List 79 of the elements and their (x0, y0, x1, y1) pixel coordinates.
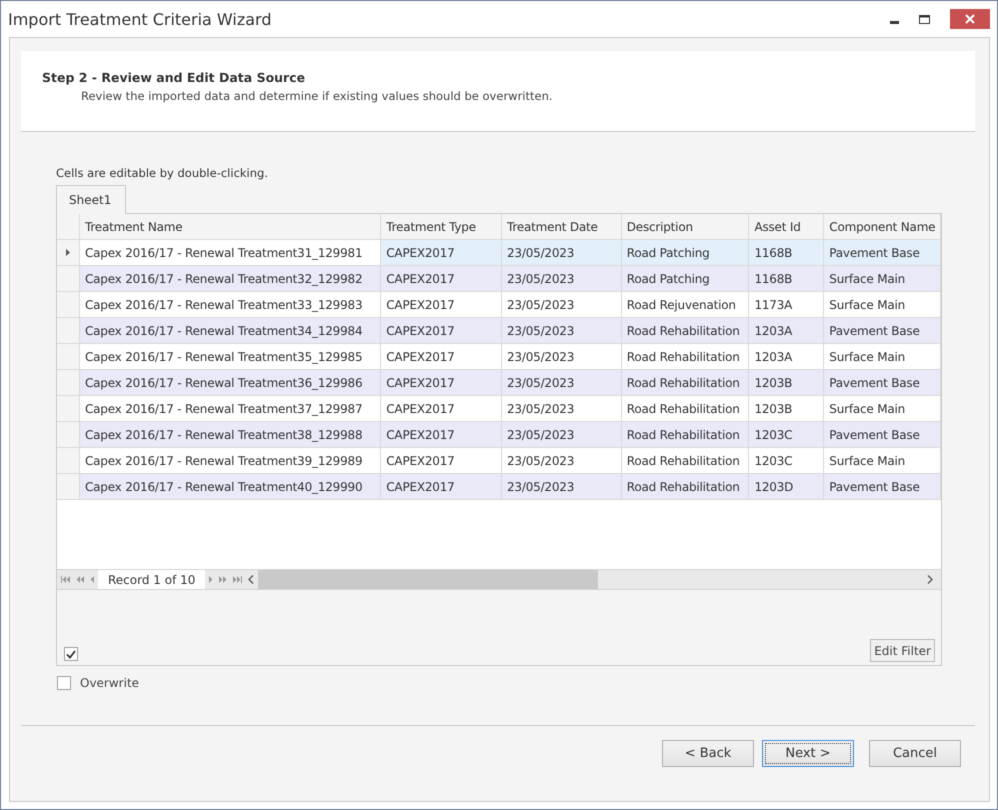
record-counter: Record 1 of 10 (98, 570, 206, 589)
table-cell: Pavement Base (824, 474, 941, 500)
table-cell: 23/05/2023 (502, 422, 622, 448)
table-cell: 1168B (749, 266, 824, 292)
table-cell: CAPEX2017 (381, 422, 502, 448)
row-indicator-cell[interactable] (57, 448, 80, 474)
step-title: Step 2 - Review and Edit Data Source (42, 70, 306, 85)
scroll-right-icon[interactable] (927, 575, 933, 584)
checkbox[interactable] (57, 676, 71, 690)
close-button[interactable] (950, 9, 990, 29)
table-cell: Capex 2016/17 - Renewal Treatment40_129990 (80, 474, 382, 500)
checkbox[interactable] (64, 647, 78, 661)
checkmark-icon (66, 650, 76, 658)
row-indicator-cell[interactable] (57, 422, 80, 448)
table-cell: Road Rehabilitation (622, 422, 750, 448)
table-cell: Capex 2016/17 - Renewal Treatment36_129986 (80, 370, 382, 396)
table-cell: 1203D (749, 474, 824, 500)
table-cell: Surface Main (824, 266, 941, 292)
table-cell: Capex 2016/17 - Renewal Treatment34_129984 (80, 318, 382, 344)
column-header[interactable]: Description (622, 214, 750, 240)
table-cell: CAPEX2017 (381, 266, 502, 292)
window-title: Import Treatment Criteria Wizard (7, 10, 272, 28)
table-cell: CAPEX2017 (381, 474, 502, 500)
row-pointer-icon (66, 249, 70, 256)
row-indicator-cell[interactable] (57, 292, 80, 318)
edit-filter-button[interactable]: Edit Filter (870, 639, 935, 662)
table-cell: 1203B (749, 370, 824, 396)
row-indicator-cell[interactable] (57, 370, 80, 396)
column-header[interactable]: Treatment Date (502, 214, 622, 240)
table-cell: 1203A (749, 318, 824, 344)
table-cell: Capex 2016/17 - Renewal Treatment31_129981 (80, 240, 382, 266)
maximize-icon[interactable] (919, 14, 930, 24)
step-description: Review the imported data and determine if existing values should be overwritten. (81, 89, 554, 103)
column-header[interactable]: Asset Id (749, 214, 824, 240)
previous-page-icon[interactable] (76, 576, 84, 583)
row-indicator-cell[interactable] (57, 266, 80, 292)
table-cell: 23/05/2023 (502, 370, 622, 396)
wizard-button[interactable]: < Back (662, 740, 754, 767)
table-cell: CAPEX2017 (381, 370, 502, 396)
table-cell: Pavement Base (824, 318, 941, 344)
table-cell: 23/05/2023 (502, 474, 622, 500)
table-cell: 23/05/2023 (502, 266, 622, 292)
row-indicator-cell[interactable] (57, 474, 80, 500)
table-cell: Pavement Base (824, 240, 941, 266)
column-header[interactable]: Treatment Name (80, 214, 382, 240)
hint-text: Cells are editable by double-clicking. (56, 166, 269, 180)
row-indicator-cell[interactable] (57, 344, 80, 370)
sheet-tab[interactable]: Sheet1 (56, 185, 126, 214)
scrollbar-thumb[interactable] (258, 570, 598, 589)
last-record-icon[interactable] (233, 576, 242, 583)
table-cell: CAPEX2017 (381, 240, 502, 266)
table-cell: Road Patching (622, 240, 750, 266)
table-cell: Pavement Base (824, 370, 941, 396)
scroll-left-icon[interactable] (248, 575, 254, 584)
table-cell: Road Rehabilitation (622, 370, 750, 396)
table-cell: Road Rehabilitation (622, 474, 750, 500)
table-cell: 1168B (749, 240, 824, 266)
close-icon (965, 14, 975, 24)
wizard-button[interactable]: Next > (762, 740, 854, 767)
table-cell: Road Patching (622, 266, 750, 292)
previous-record-icon[interactable] (90, 576, 94, 583)
table-cell: CAPEX2017 (381, 318, 502, 344)
column-header[interactable]: Treatment Type (381, 214, 502, 240)
row-indicator-cell[interactable] (57, 396, 80, 422)
next-record-icon[interactable] (209, 576, 214, 583)
wizard-button[interactable]: Cancel (869, 740, 961, 767)
checkbox-label: Overwrite (80, 676, 140, 690)
column-header[interactable]: Component Name (824, 214, 941, 240)
table-cell: Pavement Base (824, 422, 941, 448)
table-cell: Capex 2016/17 - Renewal Treatment38_129988 (80, 422, 382, 448)
row-indicator-cell[interactable] (57, 240, 80, 266)
table-cell: 23/05/2023 (502, 240, 622, 266)
row-indicator-cell[interactable] (57, 318, 80, 344)
table-cell: Capex 2016/17 - Renewal Treatment32_129982 (80, 266, 382, 292)
table-cell: 1203C (749, 422, 824, 448)
table-cell: Road Rehabilitation (622, 318, 750, 344)
next-page-icon[interactable] (219, 576, 228, 583)
table-cell: 23/05/2023 (502, 318, 622, 344)
first-record-icon[interactable] (61, 576, 70, 583)
